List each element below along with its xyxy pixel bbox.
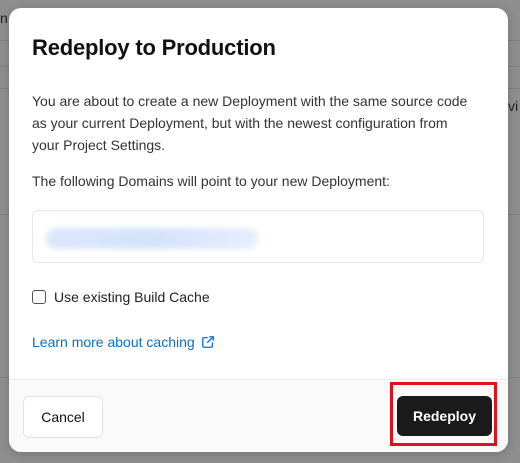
dialog-title: Redeploy to Production	[32, 35, 276, 60]
build-cache-option[interactable]: Use existing Build Cache	[32, 289, 210, 305]
blurred-domain	[46, 228, 258, 249]
background-text-fragment: n	[0, 10, 8, 26]
build-cache-checkbox[interactable]	[32, 290, 46, 304]
dialog-description: You are about to create a new Deployment…	[32, 93, 468, 153]
redeploy-button[interactable]: Redeploy	[397, 396, 492, 436]
learn-more-label: Learn more about caching	[32, 334, 195, 350]
domains-list	[32, 210, 484, 263]
external-link-icon	[201, 336, 214, 348]
build-cache-label: Use existing Build Cache	[54, 289, 210, 305]
domains-label: The following Domains will point to your…	[32, 173, 390, 189]
dialog-footer: Cancel Redeploy	[9, 379, 508, 452]
cancel-button[interactable]: Cancel	[23, 396, 103, 438]
background-text-fragment: vi	[508, 98, 519, 114]
redeploy-dialog: Redeploy to Production You are about to …	[9, 8, 508, 452]
dialog-body: Redeploy to Production You are about to …	[9, 8, 508, 379]
learn-more-caching-link[interactable]: Learn more about caching	[32, 334, 215, 350]
